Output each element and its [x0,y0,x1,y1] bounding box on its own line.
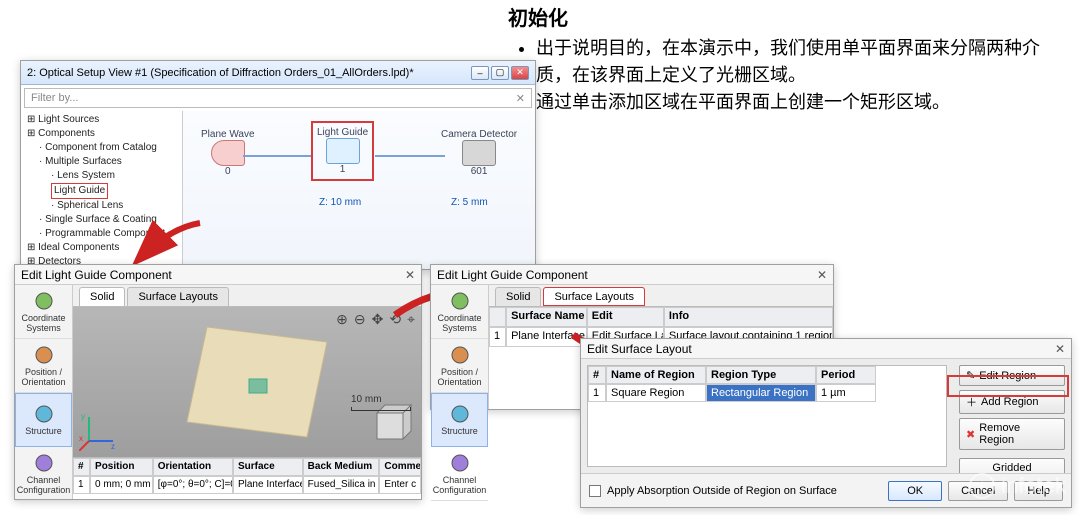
svg-text:x: x [79,434,83,443]
z-label-lg: Z: 10 mm [319,197,361,208]
highlight-add-region [947,375,1069,397]
sidebar-structure[interactable]: Structure [431,393,488,447]
bullet-2: 通过单击添加区域在平面界面上创建一个矩形区域。 [536,89,1068,116]
apply-absorption-checkbox[interactable] [589,485,601,497]
edit-lightguide-window-solid: Edit Light Guide Component✕ Coordinate S… [14,264,422,500]
close-button[interactable]: ✕ [511,66,529,80]
sidebar-channel-configuration[interactable]: Channel Configuration [431,447,488,501]
axis-gizmo: y z x [79,411,119,451]
x-icon: ✖ [966,428,975,441]
tree-item[interactable]: ⊞ Components [23,127,180,141]
arrow-1 [130,218,220,268]
pan-icon[interactable]: ✥ [372,311,384,328]
node-camera-detector[interactable]: Camera Detector 601 [441,129,517,177]
wechat-icon: ✶ [969,473,995,499]
heading: 初始化 [508,2,1068,31]
close-icon[interactable]: ✕ [1055,342,1065,356]
optical-setup-window: 2: Optical Setup View #1 (Specification … [20,60,536,270]
viewport-3d[interactable]: ⊕ ⊖ ✥ ⟲ ⌖ y z x 10 mm [73,307,421,457]
minimize-button[interactable]: – [471,66,489,80]
sidebar: Coordinate SystemsPosition / Orientation… [15,285,73,499]
node-light-guide[interactable]: Light Guide 1 [311,121,374,181]
sidebar-coordinate-systems[interactable]: Coordinate Systems [431,285,488,339]
remove-region-button[interactable]: ✖Remove Region [959,418,1065,450]
zoom-out-icon[interactable]: ⊖ [354,311,366,328]
panel-title: Edit Light Guide Component [437,268,588,282]
sidebar: Coordinate SystemsPosition / Orientation… [431,285,489,409]
tree-item[interactable]: · Multiple Surfaces [23,155,180,169]
node-plane-wave[interactable]: Plane Wave 0 [201,129,255,177]
apply-absorption-label: Apply Absorption Outside of Region on Su… [607,485,837,497]
tree-item[interactable]: Light Guide [23,183,180,199]
watermark: ✶ infotek [969,473,1066,499]
z-label-cd: Z: 5 mm [451,197,488,208]
close-icon[interactable]: ✕ [817,268,827,282]
clear-icon[interactable]: ✕ [516,92,525,105]
sidebar-coordinate-systems[interactable]: Coordinate Systems [15,285,72,339]
bullet-1: 出于说明目的，在本演示中，我们使用单平面界面来分隔两种介质，在该界面上定义了光栅… [536,35,1068,89]
tab-solid[interactable]: Solid [79,287,125,306]
dialog-title: Edit Surface Layout [587,342,692,356]
region-grid[interactable]: #Name of RegionRegion TypePeriod 1Square… [587,365,947,467]
sidebar-position-orientation[interactable]: Position / Orientation [431,339,488,393]
setup-canvas[interactable]: Plane Wave 0 Light Guide 1 Z: 10 mm Came… [183,111,535,269]
panel-title: Edit Light Guide Component [21,268,172,282]
svg-text:y: y [81,412,85,421]
tree-item[interactable]: · Spherical Lens [23,199,180,213]
tab-surface-layouts[interactable]: Surface Layouts [127,287,229,306]
filter-input[interactable]: Filter by...✕ [24,88,532,108]
sidebar-position-orientation[interactable]: Position / Orientation [15,339,72,393]
scale-bar: 10 mm [351,394,411,411]
ok-button[interactable]: OK [888,481,942,501]
tree-item[interactable]: · Component from Catalog [23,141,180,155]
tab-solid[interactable]: Solid [495,287,541,306]
tab-surface-layouts[interactable]: Surface Layouts [543,287,645,306]
sidebar-channel-configuration[interactable]: Channel Configuration [15,447,72,501]
window-title: 2: Optical Setup View #1 (Specification … [27,67,414,79]
svg-text:z: z [111,442,115,451]
maximize-button[interactable]: ▢ [491,66,509,80]
tree-item[interactable]: ⊞ Light Sources [23,113,180,127]
sidebar-structure[interactable]: Structure [15,393,72,447]
zoom-in-icon[interactable]: ⊕ [336,311,348,328]
surface-table[interactable]: #PositionOrientationSurfaceBack MediumCo… [73,457,421,499]
tree-item[interactable]: · Lens System [23,169,180,183]
